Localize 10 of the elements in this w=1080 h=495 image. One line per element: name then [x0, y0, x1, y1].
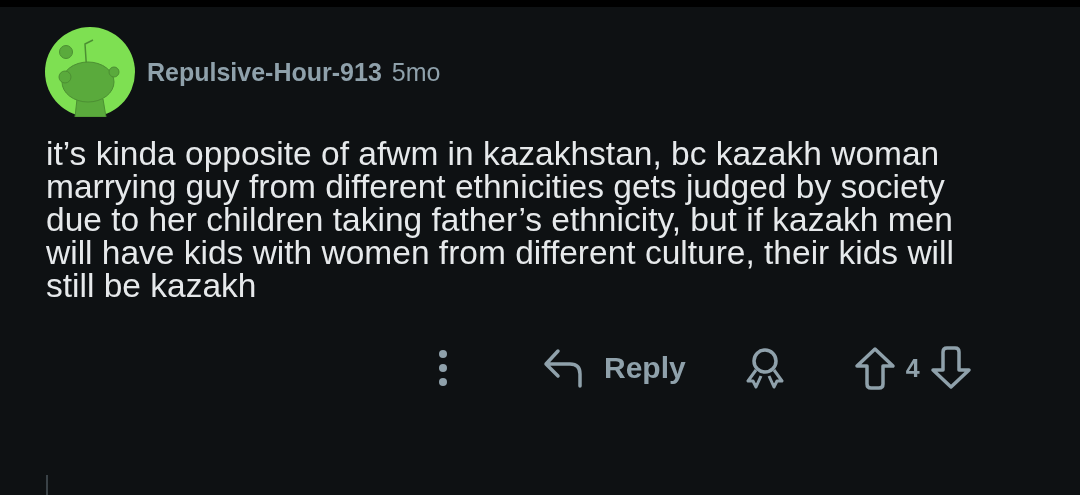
downvote-icon[interactable] [929, 346, 972, 390]
username[interactable]: Repulsive-Hour-913 [147, 57, 382, 87]
avatar-icon[interactable] [45, 27, 135, 117]
reply-icon [542, 348, 584, 388]
comment-age: 5mo [391, 57, 441, 87]
comment-text: it’s kinda opposite of afwm in kazakhstan, bc kazakh woman marrying guy from different ethnicities gets judged by society due to her children taking father’s ethnicity, but if kazakh men will have kids with women from different culture, their kids will still be kazakh [46, 137, 955, 302]
reply-button[interactable]: Reply [542, 348, 686, 388]
vote-count: 4 [905, 353, 920, 383]
more-icon[interactable] [438, 349, 448, 387]
upvote-icon[interactable] [853, 346, 896, 390]
